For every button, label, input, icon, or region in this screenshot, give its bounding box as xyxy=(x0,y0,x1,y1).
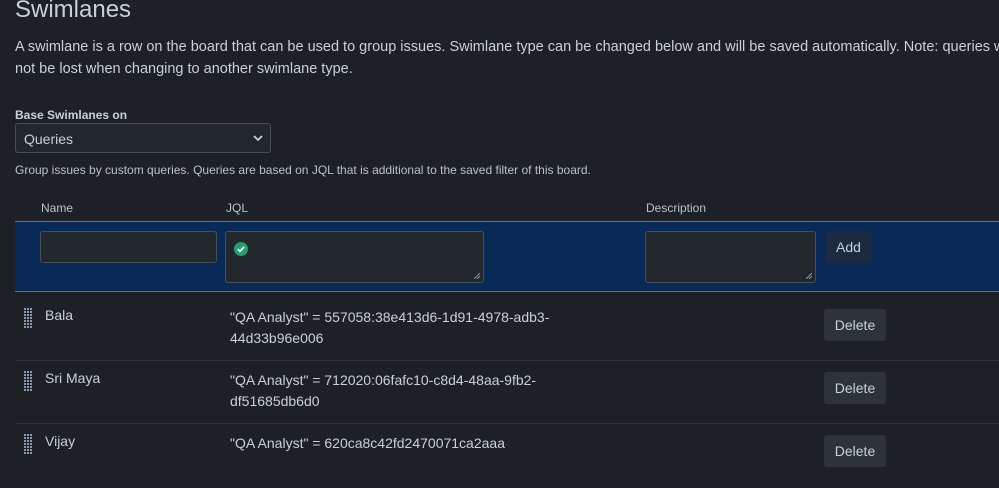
swimlane-help-text: Group issues by custom queries. Queries … xyxy=(15,163,591,177)
column-header-name: Name xyxy=(41,201,74,215)
base-swimlanes-value: Queries xyxy=(24,131,74,147)
chevron-down-icon xyxy=(253,135,263,142)
new-jql-textarea[interactable] xyxy=(225,231,484,283)
delete-swimlane-button[interactable]: Delete xyxy=(824,309,886,341)
resize-grip-icon[interactable] xyxy=(806,273,812,279)
swimlane-name[interactable]: Sri Maya xyxy=(45,370,100,386)
swimlane-jql[interactable]: "QA Analyst" = 620ca8c42fd2470071ca2aaa xyxy=(230,433,570,454)
base-swimlanes-select[interactable]: Queries xyxy=(15,123,271,153)
swimlane-name[interactable]: Vijay xyxy=(45,433,75,449)
page-title: Swimlanes xyxy=(15,0,132,23)
drag-handle-icon[interactable] xyxy=(24,371,32,393)
new-name-input[interactable] xyxy=(40,231,217,263)
drag-handle-icon[interactable] xyxy=(24,434,32,456)
base-swimlanes-label: Base Swimlanes on xyxy=(15,108,128,122)
valid-check-icon xyxy=(234,242,248,256)
add-swimlane-button[interactable]: Add xyxy=(825,231,872,263)
row-divider xyxy=(15,360,999,361)
delete-swimlane-button[interactable]: Delete xyxy=(824,372,886,404)
drag-handle-icon[interactable] xyxy=(24,308,32,330)
swimlane-name[interactable]: Bala xyxy=(45,307,73,323)
delete-swimlane-button[interactable]: Delete xyxy=(824,435,886,467)
page-description: A swimlane is a row on the board that ca… xyxy=(15,39,999,77)
column-header-jql: JQL xyxy=(226,201,249,215)
swimlane-jql[interactable]: "QA Analyst" = 557058:38e413d6-1d91-4978… xyxy=(230,307,570,349)
swimlane-jql[interactable]: "QA Analyst" = 712020:06fafc10-c8d4-48aa… xyxy=(230,370,570,412)
column-header-description: Description xyxy=(646,201,707,215)
resize-grip-icon[interactable] xyxy=(474,273,480,279)
new-description-textarea[interactable] xyxy=(645,231,816,283)
swimlane-row: Bala "QA Analyst" = 557058:38e413d6-1d91… xyxy=(15,299,999,362)
swimlane-row: Sri Maya "QA Analyst" = 712020:06fafc10-… xyxy=(15,362,999,425)
row-divider xyxy=(15,423,999,424)
swimlane-row: Vijay "QA Analyst" = 620ca8c42fd2470071c… xyxy=(15,425,999,488)
